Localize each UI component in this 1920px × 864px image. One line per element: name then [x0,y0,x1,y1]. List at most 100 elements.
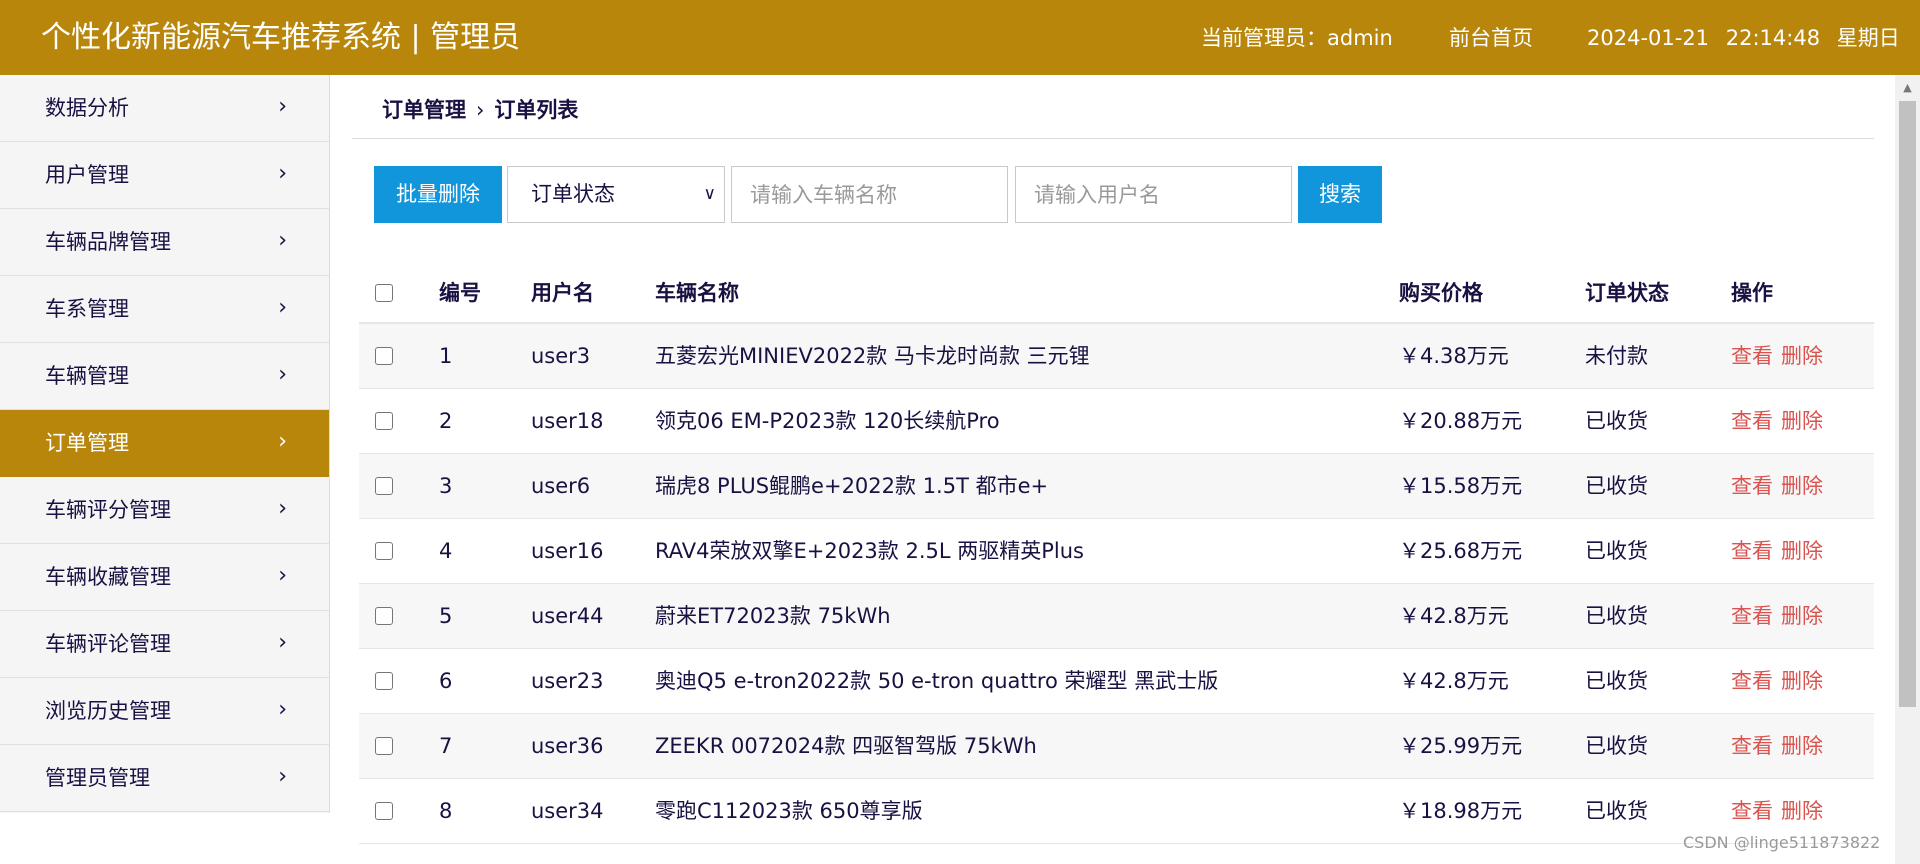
view-link[interactable]: 查看 [1731,799,1773,823]
sidebar-item-label: 车辆品牌管理 [45,230,171,254]
breadcrumb-parent[interactable]: 订单管理 [382,98,466,122]
view-link[interactable]: 查看 [1731,409,1773,433]
row-checkbox[interactable] [375,477,393,495]
main-content: 订单管理 › 订单列表 批量删除 订单状态 ∨ 搜索 编号 用户名 车辆名称 购买价… [352,75,1874,864]
date-text: 2024-01-21 [1587,26,1710,50]
view-link[interactable]: 查看 [1731,604,1773,628]
delete-link[interactable]: 删除 [1781,734,1823,758]
cell-price: ￥15.58万元 [1399,474,1523,498]
chevron-right-icon: › [278,496,287,521]
row-checkbox[interactable] [375,347,393,365]
sidebar-item[interactable]: 车辆评分管理 › [0,477,329,544]
scroll-up-arrow-icon[interactable]: ▲ [1895,81,1920,94]
cell-car-name: RAV4荣放双擎E+2023款 2.5L 两驱精英Plus [655,539,1084,563]
sidebar-item[interactable]: 用户管理 › [0,142,329,209]
breadcrumb-current: 订单列表 [494,98,579,122]
delete-link[interactable]: 删除 [1781,409,1823,433]
chevron-right-icon: › [278,362,287,387]
select-all-checkbox[interactable] [375,284,393,302]
cell-actions: 查看 删除 [1731,454,1831,518]
chevron-right-icon: › [278,697,287,722]
header-price: 购买价格 [1399,281,1483,305]
sidebar-item[interactable]: 车系管理 › [0,276,329,343]
cell-id: 3 [439,474,453,498]
sidebar-item[interactable]: 车辆评论管理 › [0,611,329,678]
delete-link[interactable]: 删除 [1781,669,1823,693]
delete-link[interactable]: 删除 [1781,604,1823,628]
cell-username: user36 [531,734,604,758]
sidebar-item-label: 车辆评论管理 [45,632,171,656]
header-username: 用户名 [531,281,594,305]
view-link[interactable]: 查看 [1731,669,1773,693]
datetime-display: 2024-01-21 22:14:48 星期日 [1587,22,1910,54]
username-input[interactable] [1015,166,1292,223]
page-scrollbar[interactable]: ▲ [1895,75,1920,864]
cell-status: 已收货 [1585,669,1648,693]
row-checkbox[interactable] [375,672,393,690]
scrollbar-thumb[interactable] [1899,101,1916,707]
order-status-select[interactable]: 订单状态 ∨ [507,166,725,223]
view-link[interactable]: 查看 [1731,539,1773,563]
delete-link[interactable]: 删除 [1781,799,1823,823]
cell-price: ￥20.88万元 [1399,409,1523,433]
cell-car-name: 蔚来ET72023款 75kWh [655,604,891,628]
table-body: 1 user3 五菱宏光MINIEV2022款 马卡龙时尚款 三元锂 ￥4.38万元 未… [359,324,1874,844]
table-row: 1 user3 五菱宏光MINIEV2022款 马卡龙时尚款 三元锂 ￥4.38万元 未… [359,324,1874,389]
sidebar-item[interactable]: 管理员管理 › [0,745,329,812]
table-row: 8 user34 零跑C112023款 650尊享版 ￥18.98万元 已收货 查看 删除 [359,779,1874,844]
car-name-input[interactable] [731,166,1008,223]
cell-car-name: 奥迪Q5 e-tron2022款 50 e-tron quattro 荣耀型 黑… [655,669,1219,693]
header-status: 订单状态 [1585,281,1669,305]
table-row: 3 user6 瑞虎8 PLUS鲲鹏e+2022款 1.5T 都市e+ ￥15.58万… [359,454,1874,519]
sidebar-item[interactable]: 车辆品牌管理 › [0,209,329,276]
sidebar-item[interactable]: 浏览历史管理 › [0,678,329,745]
cell-id: 7 [439,734,453,758]
view-link[interactable]: 查看 [1731,344,1773,368]
order-status-select-value: 订单状态 [531,182,615,206]
sidebar-item-label: 订单管理 [45,431,129,455]
sidebar-item[interactable]: 车辆收藏管理 › [0,544,329,611]
delete-link[interactable]: 删除 [1781,344,1823,368]
row-checkbox[interactable] [375,607,393,625]
view-link[interactable]: 查看 [1731,734,1773,758]
row-checkbox[interactable] [375,802,393,820]
watermark: CSDN @linge511873822 [1683,833,1881,852]
cell-status: 已收货 [1585,409,1648,433]
frontend-home-link[interactable]: 前台首页 [1449,22,1533,54]
cell-username: user6 [531,474,591,498]
chevron-right-icon: › [278,429,287,454]
search-button[interactable]: 搜索 [1298,166,1382,223]
row-checkbox[interactable] [375,737,393,755]
cell-price: ￥4.38万元 [1399,344,1509,368]
sidebar-item[interactable]: 数据分析 › [0,75,329,142]
sidebar-item[interactable]: 订单管理 › [0,410,329,477]
orders-table: 编号 用户名 车辆名称 购买价格 订单状态 操作 1 user3 五菱宏光MINIE… [359,262,1874,844]
cell-car-name: 领克06 EM-P2023款 120长续航Pro [655,409,1000,433]
breadcrumb: 订单管理 › 订单列表 [382,95,578,125]
cell-actions: 查看 删除 [1731,324,1831,388]
cell-status: 已收货 [1585,539,1648,563]
sidebar-item-label: 浏览历史管理 [45,699,171,723]
cell-username: user34 [531,799,604,823]
chevron-right-icon: › [278,563,287,588]
batch-delete-button[interactable]: 批量删除 [374,166,502,223]
table-row: 4 user16 RAV4荣放双擎E+2023款 2.5L 两驱精英Plus ￥25.… [359,519,1874,584]
sidebar-item-label: 车辆收藏管理 [45,565,171,589]
cell-username: user16 [531,539,604,563]
view-link[interactable]: 查看 [1731,474,1773,498]
cell-id: 5 [439,604,453,628]
sidebar-item-label: 用户管理 [45,163,129,187]
delete-link[interactable]: 删除 [1781,474,1823,498]
cell-status: 已收货 [1585,604,1648,628]
row-checkbox[interactable] [375,412,393,430]
chevron-right-icon: › [278,228,287,253]
cell-actions: 查看 删除 [1731,389,1831,453]
sidebar-item-label: 车辆管理 [45,364,129,388]
chevron-right-icon: › [278,161,287,186]
cell-price: ￥42.8万元 [1399,604,1509,628]
row-checkbox[interactable] [375,542,393,560]
delete-link[interactable]: 删除 [1781,539,1823,563]
cell-username: user3 [531,344,591,368]
sidebar-item-label: 数据分析 [45,96,129,120]
sidebar-item[interactable]: 车辆管理 › [0,343,329,410]
